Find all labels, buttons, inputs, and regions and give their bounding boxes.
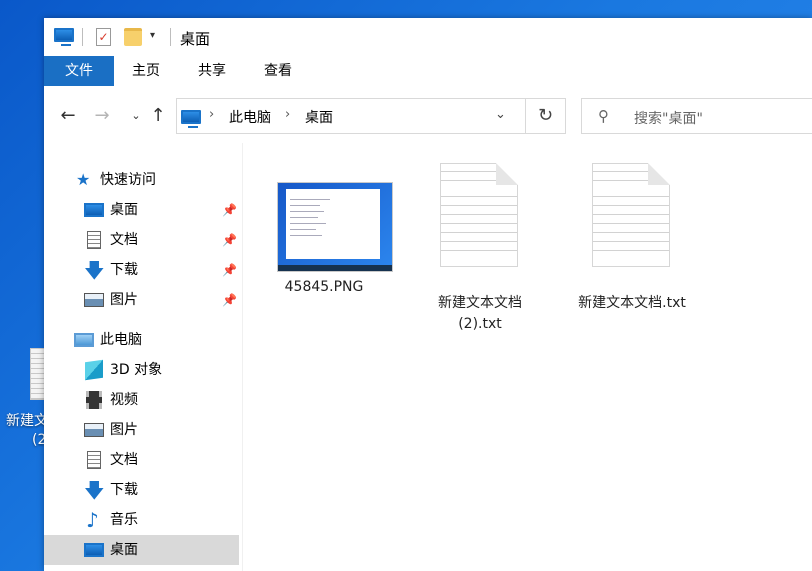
address-dropdown-icon[interactable]: ⌄ <box>495 107 506 122</box>
breadcrumb-chevron-icon[interactable]: › <box>209 107 214 122</box>
desktop-file-icon[interactable]: 新建文 (2 <box>0 348 48 458</box>
search-input[interactable]: ⚲ 搜索"桌面" <box>581 98 812 134</box>
nav-music[interactable]: ♪ 音乐 <box>44 505 239 535</box>
nav-label: 快速访问 <box>100 172 156 188</box>
window-title: 桌面 <box>180 30 211 48</box>
nav-qa-documents[interactable]: 文档 📌 <box>44 225 239 255</box>
title-bar: ✓ ▾ 桌面 <box>44 18 812 56</box>
star-icon: ★ <box>76 170 91 189</box>
nav-label: 桌面 <box>110 202 138 218</box>
nav-label: 视频 <box>110 392 138 408</box>
up-arrow-icon[interactable]: ↑ <box>146 104 170 128</box>
nav-label: 下载 <box>110 262 138 278</box>
tab-share[interactable]: 共享 <box>184 56 240 86</box>
nav-label: 图片 <box>110 292 138 308</box>
address-box[interactable]: › 此电脑 › 桌面 ⌄ <box>176 98 526 134</box>
navigation-pane: ★ 快速访问 桌面 📌 文档 📌 🡇 下载 📌 图片 📌 此电脑 3D 对象 视… <box>44 143 243 571</box>
desktop-icon <box>84 203 104 217</box>
new-folder-icon[interactable] <box>124 28 142 46</box>
computer-icon <box>54 28 74 46</box>
nav-label: 图片 <box>110 422 138 438</box>
nav-pictures[interactable]: 图片 <box>44 415 239 445</box>
nav-label: 此电脑 <box>100 332 142 348</box>
tab-home[interactable]: 主页 <box>118 56 174 86</box>
download-icon: 🡇 <box>84 258 105 282</box>
video-icon <box>86 391 102 409</box>
breadcrumb-this-pc[interactable]: 此电脑 <box>229 107 271 127</box>
ribbon-tabs: 文件 主页 共享 查看 <box>44 56 812 86</box>
download-icon: 🡇 <box>84 478 105 502</box>
nav-downloads[interactable]: 🡇 下载 <box>44 475 239 505</box>
refresh-icon[interactable]: ↻ <box>526 98 566 134</box>
file-item[interactable]: 新建文本文档 (2).txt <box>410 143 550 343</box>
nav-label: 下载 <box>110 482 138 498</box>
desktop-icon <box>84 543 104 557</box>
nav-label: 3D 对象 <box>110 362 163 378</box>
nav-qa-desktop[interactable]: 桌面 📌 <box>44 195 239 225</box>
search-placeholder: 搜索"桌面" <box>634 111 703 127</box>
breadcrumb-chevron-icon[interactable]: › <box>285 107 290 122</box>
explorer-window: ✓ ▾ 桌面 文件 主页 共享 查看 ← → ⌄ ↑ › 此电脑 › 桌面 ⌄ … <box>44 18 812 571</box>
pin-icon: 📌 <box>222 203 237 217</box>
text-file-icon <box>592 163 670 267</box>
nav-qa-pictures[interactable]: 图片 📌 <box>44 285 239 315</box>
picture-icon <box>84 423 104 437</box>
address-toolbar: ← → ⌄ ↑ › 此电脑 › 桌面 ⌄ ↻ ⚲ 搜索"桌面" <box>44 98 812 134</box>
nav-label: 桌面 <box>110 542 138 558</box>
nav-label: 音乐 <box>110 512 138 528</box>
computer-icon <box>74 333 94 347</box>
chevron-down-icon[interactable]: ▾ <box>150 30 155 41</box>
tab-file[interactable]: 文件 <box>44 56 114 86</box>
3d-objects-icon <box>85 359 103 381</box>
search-icon: ⚲ <box>598 107 609 125</box>
pin-icon: 📌 <box>222 263 237 277</box>
nav-documents[interactable]: 文档 <box>44 445 239 475</box>
nav-videos[interactable]: 视频 <box>44 385 239 415</box>
pin-icon: 📌 <box>222 293 237 307</box>
file-list: 45845.PNG 新建文本文档 (2).txt 新建文本文档.txt <box>244 143 812 571</box>
file-name: 新建文本文档 (2).txt <box>438 295 522 332</box>
text-file-icon <box>440 163 518 267</box>
tab-view[interactable]: 查看 <box>250 56 306 86</box>
music-icon: ♪ <box>86 508 99 532</box>
document-icon <box>87 231 101 249</box>
nav-qa-downloads[interactable]: 🡇 下载 📌 <box>44 255 239 285</box>
document-icon <box>87 451 101 469</box>
file-name: 45845.PNG <box>284 279 364 295</box>
properties-icon[interactable]: ✓ <box>96 28 111 46</box>
file-item[interactable]: 45845.PNG <box>254 143 394 295</box>
picture-icon <box>84 293 104 307</box>
nav-this-pc[interactable]: 此电脑 <box>44 325 239 355</box>
nav-label: 文档 <box>110 232 138 248</box>
back-arrow-icon[interactable]: ← <box>56 104 80 128</box>
nav-quick-access[interactable]: ★ 快速访问 <box>44 165 239 195</box>
nav-3d-objects[interactable]: 3D 对象 <box>44 355 239 385</box>
nav-label: 文档 <box>110 452 138 468</box>
pin-icon: 📌 <box>222 233 237 247</box>
file-name: 新建文本文档.txt <box>578 295 686 311</box>
forward-arrow-icon[interactable]: → <box>90 104 114 128</box>
image-thumbnail <box>278 183 392 271</box>
recent-locations-chevron-icon[interactable]: ⌄ <box>124 104 148 128</box>
divider <box>170 28 171 46</box>
nav-desktop[interactable]: 桌面 <box>44 535 239 565</box>
computer-icon <box>181 110 201 128</box>
divider <box>82 28 83 46</box>
file-item[interactable]: 新建文本文档.txt <box>562 143 702 323</box>
desktop-icon-label: 新建文 <box>6 413 48 429</box>
breadcrumb-desktop[interactable]: 桌面 <box>305 107 333 127</box>
